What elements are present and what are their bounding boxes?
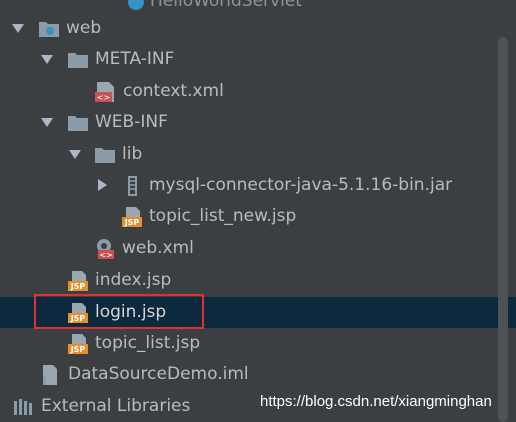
- tree-item-label: web: [66, 18, 102, 38]
- xml-icon-text: <>: [99, 251, 112, 260]
- servlet-class-icon: [125, 0, 147, 13]
- tree-item-label: External Libraries: [41, 396, 191, 416]
- folder-icon: [94, 144, 116, 166]
- tree-item-label: WEB-INF: [95, 112, 168, 132]
- tree-item-label: mysql-connector-java-5.1.16-bin.jar: [149, 175, 453, 195]
- web-folder-icon: [38, 18, 60, 40]
- tree-item-iml[interactable]: DataSourceDemo.iml: [0, 359, 516, 390]
- tree-item-web-inf[interactable]: WEB-INF: [0, 107, 516, 138]
- module-file-icon: [39, 364, 61, 386]
- tree-item-topic-list-new-jsp[interactable]: JSP topic_list_new.jsp: [0, 201, 516, 232]
- tree-item-label: topic_list_new.jsp: [149, 206, 297, 226]
- tree-item-label: topic_list.jsp: [95, 333, 201, 353]
- chevron-down-icon[interactable]: [41, 55, 53, 64]
- jsp-file-icon: JSP: [67, 270, 89, 292]
- tree-item-mysql-jar[interactable]: mysql-connector-java-5.1.16-bin.jar: [0, 170, 516, 201]
- chevron-down-icon[interactable]: [69, 150, 81, 159]
- jsp-icon-text: JSP: [70, 282, 86, 291]
- tree-item-context-xml[interactable]: <> context.xml: [0, 76, 516, 107]
- xml-icon-text: <>: [97, 93, 110, 102]
- jsp-icon-text: JSP: [124, 218, 140, 227]
- tree-item-label: lib: [122, 144, 143, 164]
- watermark-text: https://blog.csdn.net/xiangminghan: [260, 393, 492, 410]
- libraries-icon: [12, 396, 34, 418]
- chevron-down-icon[interactable]: [41, 118, 53, 127]
- tree-item-meta-inf[interactable]: META-INF: [0, 44, 516, 75]
- tree-item-web-xml[interactable]: <> web.xml: [0, 233, 516, 264]
- tree-item-label: web.xml: [122, 238, 194, 258]
- project-tree: HelloWorldServlet web META-INF <> contex…: [0, 0, 516, 422]
- tree-item-label: DataSourceDemo.iml: [68, 364, 249, 384]
- tree-item-web[interactable]: web: [0, 13, 516, 44]
- chevron-down-icon[interactable]: [12, 24, 24, 33]
- xml-file-icon: <>: [94, 81, 116, 103]
- tree-item-index-jsp[interactable]: JSP index.jsp: [0, 265, 516, 296]
- tree-item-label: index.jsp: [95, 270, 172, 290]
- tree-item-topic-list-jsp[interactable]: JSP topic_list.jsp: [0, 328, 516, 359]
- tree-item-lib[interactable]: lib: [0, 139, 516, 170]
- jsp-icon-text: JSP: [70, 345, 86, 354]
- chevron-right-icon[interactable]: [98, 179, 107, 191]
- folder-icon: [67, 112, 89, 134]
- annotation-highlight-box: [34, 294, 204, 329]
- jsp-file-icon: JSP: [121, 206, 143, 228]
- folder-icon: [67, 49, 89, 71]
- jar-library-icon: [121, 175, 143, 197]
- web-xml-icon: <>: [94, 238, 116, 260]
- vertical-scrollbar[interactable]: [498, 37, 508, 422]
- tree-item-label: context.xml: [123, 81, 224, 101]
- tree-item-label: META-INF: [95, 49, 175, 69]
- jsp-file-icon: JSP: [67, 333, 89, 355]
